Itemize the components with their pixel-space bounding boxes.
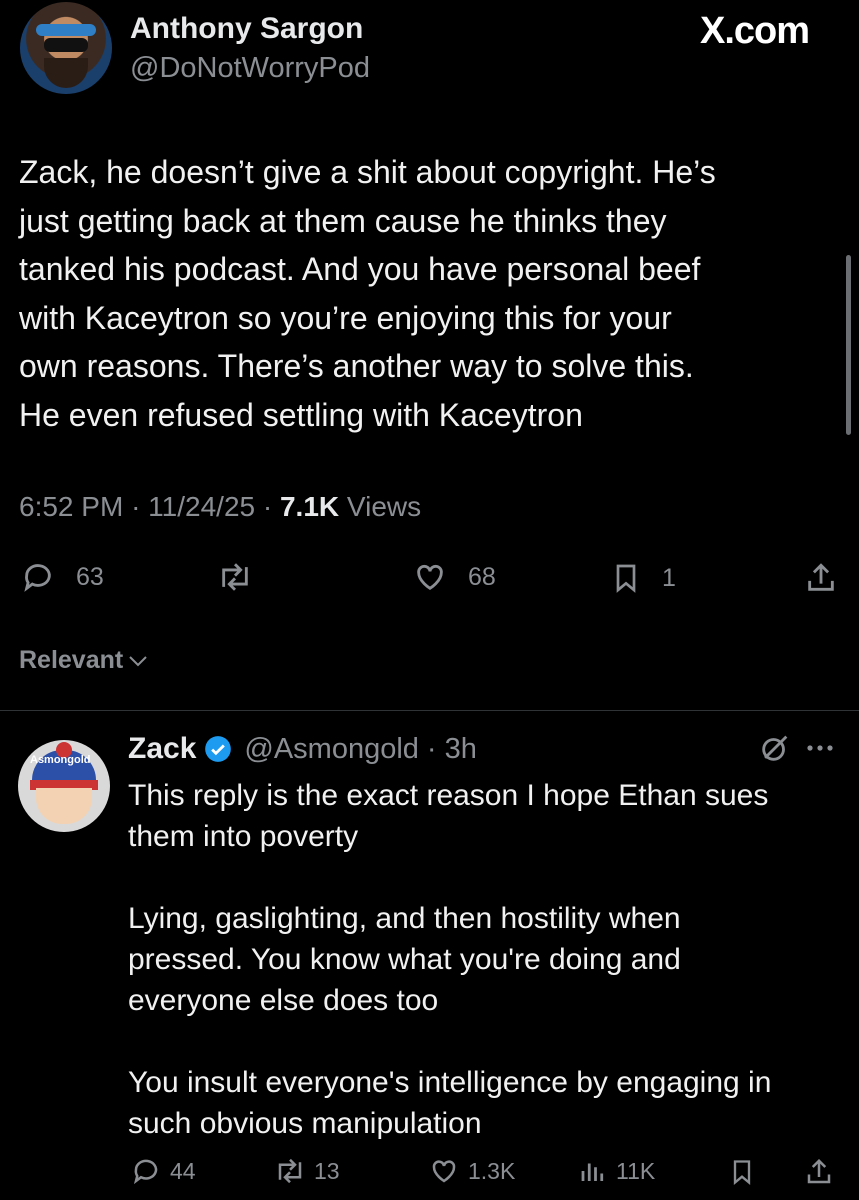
reply-share-button[interactable]: [804, 1156, 834, 1188]
reply-text-line: [128, 857, 828, 898]
reply-views-count: 11K: [616, 1157, 656, 1184]
reply-retweet-count: 13: [314, 1157, 340, 1184]
like-count: 68: [468, 562, 496, 591]
reply-text: This reply is the exact reason I hope Et…: [128, 775, 828, 1144]
grok-button[interactable]: [758, 731, 792, 770]
verified-badge-icon: [205, 736, 232, 762]
x-logo-brand: X.com: [700, 10, 810, 52]
sort-dropdown[interactable]: Relevant: [19, 646, 149, 675]
author-avatar[interactable]: [20, 2, 112, 94]
tweet-date[interactable]: 11/24/25: [148, 491, 255, 522]
share-icon: [808, 563, 834, 591]
tweet-text-line: just getting back at them cause he think…: [19, 202, 667, 239]
views-icon: [581, 1163, 604, 1181]
more-icon: [807, 745, 833, 751]
reply-author-avatar[interactable]: Asmongold: [18, 740, 110, 832]
avatar-text: Asmongold: [30, 754, 91, 766]
reply-text-line: You insult everyone's intelligence by en…: [128, 1066, 772, 1099]
retweet-button[interactable]: [214, 560, 256, 594]
tweet-meta: 6:52 PM · 11/24/25 · 7.1K Views: [19, 491, 422, 522]
tweet-text-line: own reasons. There’s another way to solv…: [19, 348, 694, 384]
bookmark-icon: [733, 1160, 751, 1185]
tweet-time[interactable]: 6:52 PM: [19, 491, 123, 522]
reply-button[interactable]: 63: [20, 560, 104, 594]
share-button[interactable]: [804, 560, 838, 596]
reply-text-line: them into poverty: [128, 820, 359, 853]
reply-text-line: pressed. You know what you're doing and: [128, 943, 681, 976]
reply-header: Zack @Asmongold · 3h: [128, 732, 477, 766]
bookmark-button[interactable]: 1: [610, 560, 676, 596]
reply-text-line: This reply is the exact reason I hope Et…: [128, 779, 769, 812]
chevron-down-icon: [129, 655, 147, 666]
tweet-text-line: tanked his podcast. And you have persona…: [19, 251, 701, 287]
retweet-icon: [222, 563, 248, 591]
reply-text-line: such obvious manipulation: [128, 1107, 482, 1140]
like-button[interactable]: 68: [412, 560, 496, 594]
reply-author-name[interactable]: Zack: [128, 732, 196, 766]
reply-icon: [24, 564, 51, 592]
tweet-views-label: Views: [346, 491, 422, 522]
reply-author-handle[interactable]: @Asmongold: [244, 733, 419, 766]
reply-like-button[interactable]: 1.3K: [428, 1156, 515, 1186]
like-icon: [432, 1160, 456, 1183]
reply-text-line: [128, 1021, 828, 1062]
reply-reply-count: 44: [170, 1157, 196, 1184]
reply-text-line: everyone else does too: [128, 984, 439, 1017]
grok-icon: [762, 735, 788, 761]
retweet-icon: [278, 1158, 302, 1184]
reply-icon: [133, 1159, 158, 1185]
reply-like-count: 1.3K: [468, 1157, 516, 1184]
reply-retweet-button[interactable]: 13: [272, 1156, 340, 1186]
tweet-views-count: 7.1K: [279, 491, 340, 522]
tweet-text-line: He even refused settling with Kaceytron: [19, 396, 583, 433]
tweet-text-line: with Kaceytron so you’re enjoying this f…: [19, 299, 672, 336]
reply-bookmark-button[interactable]: [728, 1156, 756, 1188]
tweet-text-line: Zack, he doesn’t give a shit about copyr…: [19, 154, 716, 190]
author-handle[interactable]: @DoNotWorryPod: [130, 52, 370, 85]
like-icon: [417, 564, 443, 591]
more-options-button[interactable]: [805, 733, 835, 768]
author-name[interactable]: Anthony Sargon: [130, 12, 363, 46]
reply-age[interactable]: 3h: [445, 733, 477, 766]
scrollbar[interactable]: [846, 255, 851, 435]
tweet-text: Zack, he doesn’t give a shit about copyr…: [19, 148, 819, 439]
sort-label: Relevant: [19, 646, 124, 674]
bookmark-icon: [616, 564, 636, 593]
reply-count: 63: [76, 562, 104, 591]
reply-views-button[interactable]: 11K: [578, 1156, 655, 1186]
reply-text-line: Lying, gaslighting, and then hostility w…: [128, 902, 681, 935]
reply-reply-button[interactable]: 44: [130, 1156, 196, 1186]
divider: [0, 710, 859, 711]
share-icon: [807, 1158, 831, 1184]
bookmark-count: 1: [662, 563, 676, 592]
